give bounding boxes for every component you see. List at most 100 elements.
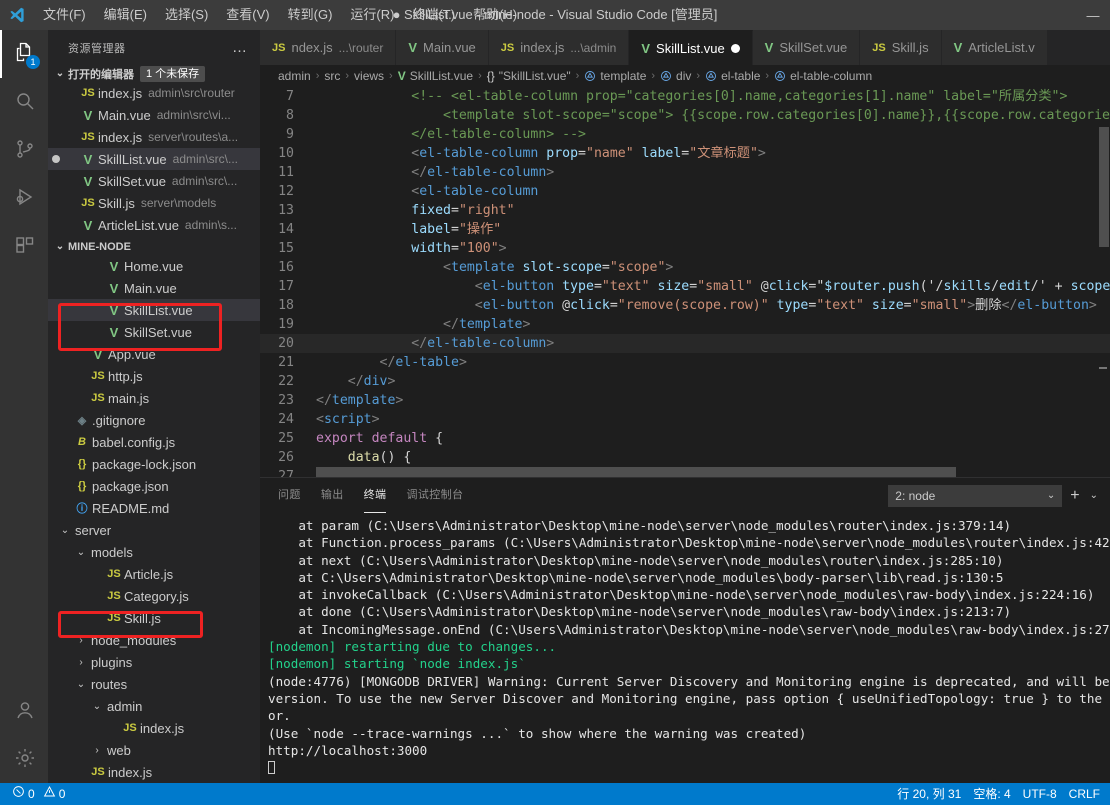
breadcrumb-item[interactable]: el-table: [705, 69, 760, 83]
tree-file[interactable]: {} package.json: [48, 475, 260, 497]
open-editors-header[interactable]: ⌄ 打开的编辑器 1 个未保存: [48, 65, 260, 82]
tree-file[interactable]: V SkillList.vue: [48, 299, 260, 321]
tree-folder[interactable]: ⌄ routes: [48, 673, 260, 695]
activity-source-control[interactable]: [0, 126, 48, 174]
code-line[interactable]: 12 <el-table-column: [260, 182, 1110, 201]
code-line[interactable]: 13 fixed="right": [260, 201, 1110, 220]
tree-folder[interactable]: ⌄ server: [48, 519, 260, 541]
breadcrumb-item[interactable]: template: [584, 69, 646, 83]
code-line[interactable]: 24 <script>: [260, 410, 1110, 429]
breadcrumb-item[interactable]: src: [324, 69, 340, 83]
tree-file[interactable]: JS main.js: [48, 387, 260, 409]
menu-view[interactable]: 查看(V): [217, 0, 278, 30]
editor-tab[interactable]: JS Skill.js: [860, 30, 942, 65]
activity-accounts[interactable]: [0, 687, 48, 735]
code-text[interactable]: <template slot-scope="scope">: [316, 258, 1110, 277]
code-text[interactable]: fixed="right": [316, 201, 1110, 220]
editor-tab[interactable]: V SkillList.vue: [629, 30, 753, 65]
minimize-button[interactable]: —: [1076, 0, 1110, 30]
code-line[interactable]: 20 </el-table-column>: [260, 334, 1110, 353]
code-text[interactable]: export default {: [316, 429, 1110, 448]
code-line[interactable]: 10 <el-table-column prop="name" label="文…: [260, 144, 1110, 163]
code-line[interactable]: 8 <template slot-scope="scope"> {{scope.…: [260, 106, 1110, 125]
code-line[interactable]: 19 </template>: [260, 315, 1110, 334]
breadcrumb-item[interactable]: V SkillList.vue: [398, 69, 473, 83]
code-text[interactable]: <el-button @click="remove(scope.row)" ty…: [316, 296, 1110, 315]
code-line[interactable]: 9 </el-table-column> -->: [260, 125, 1110, 144]
status-cursor-position[interactable]: 行 20, 列 31: [891, 783, 967, 805]
tree-folder[interactable]: ⌄ models: [48, 541, 260, 563]
editor-tab[interactable]: V SkillSet.vue: [752, 30, 861, 65]
tree-folder[interactable]: › node_modules: [48, 629, 260, 651]
editor-horizontal-scrollbar[interactable]: [316, 467, 1096, 477]
code-line[interactable]: 11 </el-table-column>: [260, 163, 1110, 182]
tree-file[interactable]: V Home.vue: [48, 255, 260, 277]
code-line[interactable]: 14 label="操作": [260, 220, 1110, 239]
code-text[interactable]: label="操作": [316, 220, 1110, 239]
open-editor-item[interactable]: V Main.vue admin\src\vi...: [48, 104, 260, 126]
editor-tab[interactable]: JS index.js ...\admin: [488, 30, 630, 65]
menu-edit[interactable]: 编辑(E): [95, 0, 156, 30]
menu-bar[interactable]: 文件(F) 编辑(E) 选择(S) 查看(V) 转到(G) 运行(R) 终端(T…: [34, 0, 526, 30]
code-text[interactable]: <el-table-column: [316, 182, 1110, 201]
code-text[interactable]: <el-button type="text" size="small" @cli…: [316, 277, 1110, 296]
tree-file[interactable]: V SkillSet.vue: [48, 321, 260, 343]
editor-tab[interactable]: V Main.vue: [396, 30, 489, 65]
status-indentation[interactable]: 空格: 4: [967, 783, 1016, 805]
menu-selection[interactable]: 选择(S): [156, 0, 217, 30]
status-encoding[interactable]: UTF-8: [1017, 783, 1063, 805]
code-text[interactable]: data() {: [316, 448, 1110, 467]
breadcrumb-item[interactable]: views: [354, 69, 384, 83]
code-line[interactable]: 17 <el-button type="text" size="small" @…: [260, 277, 1110, 296]
tree-file[interactable]: JS Category.js: [48, 585, 260, 607]
tree-file[interactable]: Bbabel.config.js: [48, 431, 260, 453]
menu-help[interactable]: 帮助(H): [464, 0, 526, 30]
code-line[interactable]: 26 data() {: [260, 448, 1110, 467]
terminal-output[interactable]: at param (C:\Users\Administrator\Desktop…: [260, 513, 1110, 783]
open-editor-item[interactable]: JS Skill.js server\models: [48, 192, 260, 214]
code-line[interactable]: 22 </div>: [260, 372, 1110, 391]
status-eol[interactable]: CRLF: [1063, 783, 1106, 805]
menu-run[interactable]: 运行(R): [341, 0, 403, 30]
code-lines[interactable]: 7 <!-- <el-table-column prop="categories…: [260, 87, 1110, 477]
activity-explorer[interactable]: 1: [0, 30, 48, 78]
terminal-split-chevron-icon[interactable]: ⌄: [1088, 490, 1100, 501]
tree-file[interactable]: JS http.js: [48, 365, 260, 387]
code-text[interactable]: </template>: [316, 391, 1110, 410]
breadcrumb-item[interactable]: el-table-column: [774, 69, 872, 83]
open-editor-item[interactable]: JS index.js admin\src\router: [48, 82, 260, 104]
activity-manage[interactable]: [0, 735, 48, 783]
tree-file[interactable]: JS Article.js: [48, 563, 260, 585]
code-text[interactable]: <script>: [316, 410, 1110, 429]
menu-terminal[interactable]: 终端(T): [403, 0, 464, 30]
project-header[interactable]: ⌄ MINE-NODE: [48, 238, 260, 255]
panel-tab-terminal[interactable]: 终端: [363, 478, 387, 513]
tree-folder[interactable]: ⌄ admin: [48, 695, 260, 717]
code-line[interactable]: 18 <el-button @click="remove(scope.row)"…: [260, 296, 1110, 315]
tree-file[interactable]: ◈ .gitignore: [48, 409, 260, 431]
code-text[interactable]: </el-table>: [316, 353, 1110, 372]
open-editor-item[interactable]: JS index.js server\routes\a...: [48, 126, 260, 148]
open-editor-item[interactable]: V SkillList.vue admin\src\...: [48, 148, 260, 170]
menu-go[interactable]: 转到(G): [279, 0, 342, 30]
code-text[interactable]: width="100">: [316, 239, 1110, 258]
tree-file[interactable]: ⓘ README.md: [48, 497, 260, 519]
code-line[interactable]: 23 </template>: [260, 391, 1110, 410]
new-terminal-button[interactable]: +: [1068, 487, 1081, 504]
status-problems[interactable]: 0 0: [6, 783, 71, 805]
open-editor-item[interactable]: V ArticleList.vue admin\s...: [48, 214, 260, 236]
code-editor[interactable]: 7 <!-- <el-table-column prop="categories…: [260, 87, 1110, 477]
menu-file[interactable]: 文件(F): [34, 0, 95, 30]
code-line[interactable]: 16 <template slot-scope="scope">: [260, 258, 1110, 277]
code-text[interactable]: </el-table-column> -->: [316, 125, 1110, 144]
code-text[interactable]: </el-table-column>: [316, 334, 1110, 353]
open-editor-item[interactable]: V SkillSet.vue admin\src\...: [48, 170, 260, 192]
activity-search[interactable]: [0, 78, 48, 126]
dirty-indicator-icon[interactable]: [730, 43, 740, 53]
tree-file[interactable]: JS index.js: [48, 717, 260, 739]
tree-file[interactable]: V Main.vue: [48, 277, 260, 299]
tree-folder[interactable]: › plugins: [48, 651, 260, 673]
terminal-selector[interactable]: 2: node ⌄: [888, 484, 1063, 507]
editor-tab[interactable]: V ArticleList.v: [941, 30, 1048, 65]
code-text[interactable]: <template slot-scope="scope"> {{scope.ro…: [316, 106, 1110, 125]
